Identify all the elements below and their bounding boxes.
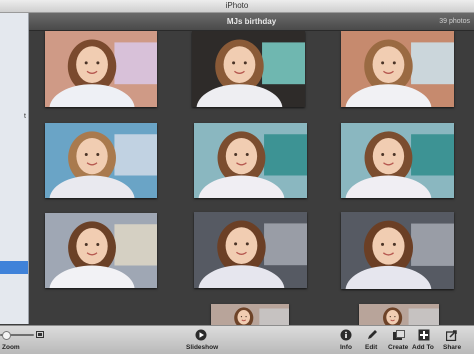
photo-grid[interactable] (29, 31, 474, 325)
window-title: iPhoto (225, 1, 249, 10)
photo-image (45, 213, 157, 288)
edit-button[interactable]: Edit (365, 344, 377, 351)
photo-thumbnail[interactable] (192, 31, 305, 107)
full-size-photo-icon[interactable] (36, 331, 44, 338)
edit-pencil-icon[interactable] (366, 329, 378, 341)
sidebar-item-label[interactable]: t (24, 113, 26, 120)
photo-thumbnail[interactable] (45, 123, 157, 198)
photo-image (341, 123, 454, 198)
photo-thumbnail[interactable] (45, 213, 157, 288)
create-icon[interactable] (392, 329, 406, 341)
photo-image (341, 212, 454, 289)
photo-thumbnail[interactable] (341, 31, 454, 107)
photo-image (45, 123, 157, 198)
photo-image (359, 304, 439, 325)
photo-thumbnail[interactable] (341, 212, 454, 289)
share-icon[interactable] (446, 329, 458, 341)
add-to-button[interactable]: Add To (412, 344, 434, 351)
photo-image (194, 212, 307, 288)
photo-image (45, 31, 157, 107)
photo-image (194, 123, 307, 198)
photo-image (192, 31, 305, 107)
photo-image (341, 31, 454, 107)
photo-thumbnail[interactable] (211, 304, 289, 325)
zoom-label: Zoom (2, 344, 20, 351)
info-icon[interactable] (340, 329, 352, 341)
event-title: MJs birthday (226, 17, 277, 26)
photo-thumbnail[interactable] (341, 123, 454, 198)
info-button[interactable]: Info (340, 344, 352, 351)
photo-thumbnail[interactable] (194, 212, 307, 288)
slideshow-button[interactable]: Slideshow (186, 344, 218, 351)
share-button[interactable]: Share (443, 344, 461, 351)
event-header: MJs birthday 39 photos (29, 13, 474, 31)
bottom-toolbar: Zoom Slideshow Info Edit Create Add To S… (0, 325, 474, 354)
photo-thumbnail[interactable] (359, 304, 439, 325)
photo-count: 39 photos (439, 18, 470, 25)
photo-thumbnail[interactable] (194, 123, 307, 198)
photo-image (211, 304, 289, 325)
sidebar-selected-item[interactable] (0, 261, 28, 274)
create-button[interactable]: Create (388, 344, 408, 351)
title-bar: iPhoto (0, 0, 474, 13)
zoom-slider-knob[interactable] (2, 331, 11, 340)
source-list-sidebar[interactable]: t birthday (0, 13, 29, 324)
play-icon[interactable] (195, 329, 207, 341)
add-to-icon[interactable] (418, 329, 430, 341)
photo-thumbnail[interactable] (45, 31, 157, 107)
